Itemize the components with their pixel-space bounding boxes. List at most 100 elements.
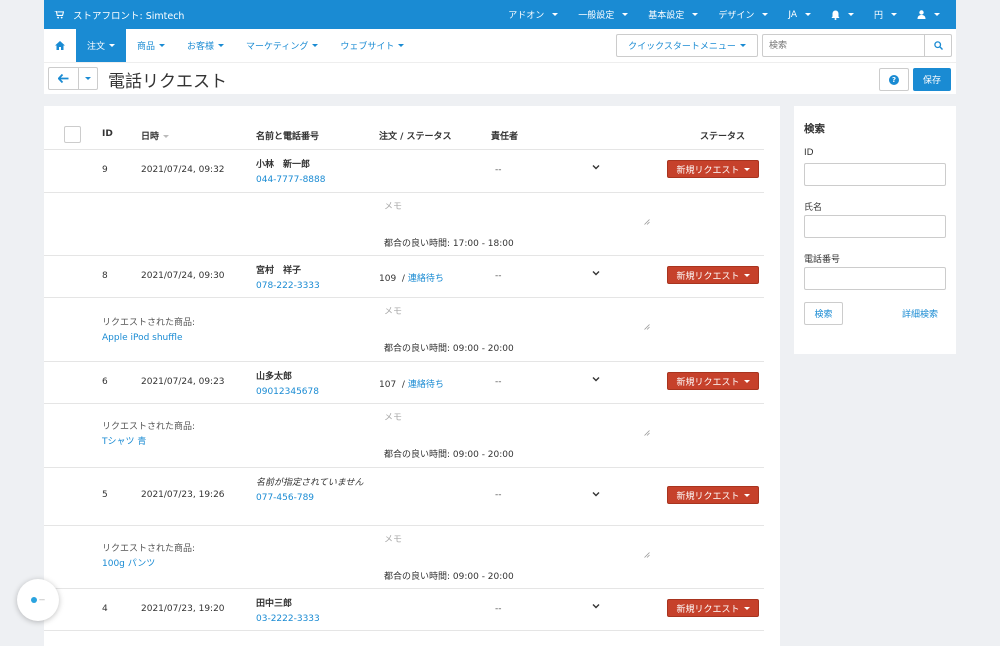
phone-link[interactable]: 078-222-3333 <box>256 279 368 294</box>
resize-grip-icon[interactable] <box>644 219 650 225</box>
product-link[interactable]: 100g パンツ <box>102 557 195 572</box>
id-field[interactable] <box>804 163 946 186</box>
request-name: 宮村 祥子 078-222-3333 <box>256 264 368 294</box>
col-name[interactable]: 名前と電話番号 <box>256 129 319 142</box>
menu-user[interactable] <box>907 10 956 19</box>
phone-label: 電話番号 <box>804 255 841 265</box>
memo-textarea[interactable]: メモ <box>384 304 652 334</box>
question-icon: ? <box>889 74 899 85</box>
menu-label: デザイン <box>718 11 755 21</box>
search-sidebar: 検索 ID 氏名 電話番号 検索 詳細検索 <box>794 106 956 354</box>
menu-language[interactable]: JA <box>778 10 821 20</box>
id-label: ID <box>804 148 814 158</box>
col-order: 注文 / ステータス <box>379 132 452 142</box>
help-button[interactable]: ? <box>879 68 909 91</box>
menu-settings[interactable]: 基本設定 <box>638 8 708 21</box>
menu-notifications[interactable] <box>821 10 864 20</box>
nav-products[interactable]: 商品 <box>126 29 176 62</box>
save-button[interactable]: 保存 <box>913 68 951 91</box>
order-status-link[interactable]: 連絡待ち <box>408 380 444 390</box>
menu-label: JA <box>788 9 797 20</box>
chevron-down-icon[interactable] <box>592 269 600 277</box>
request-date: 2021/07/23, 19:26 <box>141 490 225 500</box>
user-icon <box>917 10 926 19</box>
chevron-down-icon[interactable] <box>592 375 600 383</box>
requested-product-label: リクエストされた商品: <box>102 544 196 554</box>
home-link[interactable] <box>44 29 76 62</box>
order-info: 107 / 連絡待ち <box>379 380 444 390</box>
cart-icon <box>54 10 64 19</box>
nav-orders[interactable]: 注文 <box>76 29 127 62</box>
product-link[interactable]: Tシャツ 青 <box>102 435 195 450</box>
name-field[interactable] <box>804 215 946 238</box>
global-search <box>762 34 952 57</box>
memo-textarea[interactable]: メモ <box>384 532 652 562</box>
responsible-select[interactable]: -- <box>495 165 502 175</box>
requested-product-label: リクエストされた商品: <box>102 318 196 328</box>
search-button[interactable] <box>924 35 951 56</box>
memo-textarea[interactable]: メモ <box>384 410 652 440</box>
status-button[interactable]: 新規リクエスト <box>667 486 759 504</box>
responsible-select[interactable]: -- <box>495 604 502 614</box>
responsible-select[interactable]: -- <box>495 490 502 500</box>
resize-grip-icon[interactable] <box>644 324 650 330</box>
chevron-down-icon[interactable] <box>592 490 600 498</box>
phone-field[interactable] <box>804 267 946 290</box>
chevron-down-icon[interactable] <box>592 602 600 610</box>
nav-marketing[interactable]: マーケティング <box>235 29 329 62</box>
request-detail: リクエストされた商品: Tシャツ 青 メモ 都合の良い時間: 09:00 - 20… <box>44 404 764 468</box>
floating-widget[interactable]: ━━━ <box>17 579 59 621</box>
nav-label: お客様 <box>187 42 215 52</box>
top-bar: ストアフロント: Simtech アドオン 一般設定 基本設定 デザイン JA … <box>44 0 956 29</box>
table-row: 5 2021/07/23, 19:26 名前が指定されていません 077-456-… <box>44 468 764 526</box>
responsible-select[interactable]: -- <box>495 271 502 281</box>
status-button[interactable]: 新規リクエスト <box>667 599 759 617</box>
requested-product: リクエストされた商品: 100g パンツ <box>102 542 195 572</box>
caret-down-icon <box>398 44 405 47</box>
quickstart-menu-button[interactable]: クイックスタートメニュー <box>616 34 758 57</box>
menu-general[interactable]: 一般設定 <box>568 8 638 21</box>
product-link[interactable]: Apple iPod shuffle <box>102 331 195 346</box>
status-button[interactable]: 新規リクエスト <box>667 372 759 390</box>
sidebar-search-button[interactable]: 検索 <box>804 302 843 325</box>
order-number[interactable]: 109 <box>379 274 396 284</box>
resize-grip-icon[interactable] <box>644 552 650 558</box>
customer-name: 宮村 祥子 <box>256 266 302 276</box>
order-info: 109 / 連絡待ち <box>379 274 444 284</box>
request-id: 9 <box>102 165 108 175</box>
col-date[interactable]: 日時 <box>141 129 170 142</box>
col-status: ステータス <box>700 132 746 142</box>
search-input[interactable] <box>763 35 924 56</box>
nav-customers[interactable]: お客様 <box>176 29 235 62</box>
request-date: 2021/07/23, 19:20 <box>141 604 225 614</box>
status-button[interactable]: 新規リクエスト <box>667 160 759 178</box>
col-id[interactable]: ID <box>102 129 113 139</box>
menu-design[interactable]: デザイン <box>708 8 778 21</box>
preferred-time: 都合の良い時間: 09:00 - 20:00 <box>384 450 514 460</box>
request-detail: リクエストされた商品: 100g パンツ メモ 都合の良い時間: 09:00 - … <box>44 526 764 589</box>
phone-link[interactable]: 077-456-789 <box>256 491 368 506</box>
back-dropdown[interactable] <box>79 68 97 89</box>
order-number[interactable]: 107 <box>379 380 396 390</box>
advanced-search-link[interactable]: 詳細検索 <box>902 307 938 320</box>
menu-currency[interactable]: 円 <box>864 8 907 21</box>
phone-link[interactable]: 03-2222-3333 <box>256 612 368 627</box>
status-label: 新規リクエスト <box>676 377 740 388</box>
memo-textarea[interactable]: メモ <box>384 199 652 229</box>
phone-link[interactable]: 044-7777-8888 <box>256 173 368 188</box>
menu-addons[interactable]: アドオン <box>498 8 568 21</box>
chevron-down-icon[interactable] <box>592 163 600 171</box>
select-all-checkbox[interactable] <box>64 126 81 143</box>
storefront-link[interactable]: ストアフロント: Simtech <box>44 8 498 22</box>
phone-link[interactable]: 09012345678 <box>256 385 368 400</box>
nav-website[interactable]: ウェブサイト <box>329 29 415 62</box>
responsible-select[interactable]: -- <box>495 377 502 387</box>
request-id: 8 <box>102 271 108 281</box>
order-status-link[interactable]: 連絡待ち <box>408 274 444 284</box>
caret-down-icon <box>159 44 166 47</box>
nav-label: マーケティング <box>246 42 309 52</box>
requested-product: リクエストされた商品: Apple iPod shuffle <box>102 316 195 346</box>
resize-grip-icon[interactable] <box>644 430 650 436</box>
status-button[interactable]: 新規リクエスト <box>667 266 759 284</box>
back-button[interactable] <box>49 68 79 89</box>
